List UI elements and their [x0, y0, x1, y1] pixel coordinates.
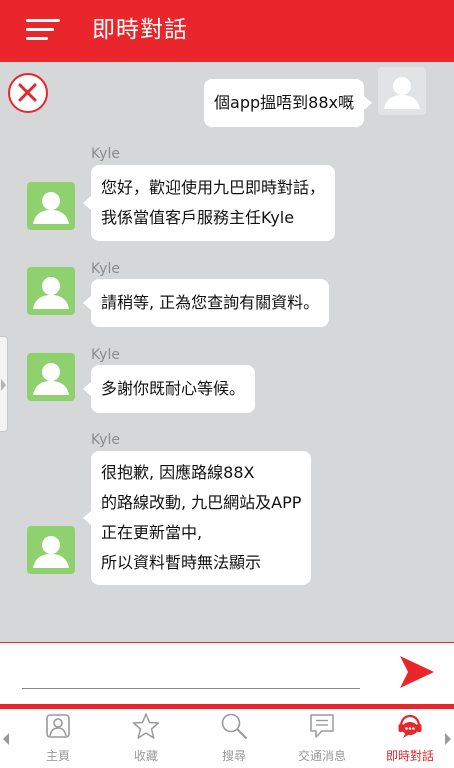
scroll-right-arrow[interactable]: [442, 731, 452, 747]
sender-name: Kyle: [91, 146, 120, 162]
agent-avatar: [27, 353, 75, 401]
tab-label: 收藏: [133, 749, 158, 763]
bottom-tab-bar: 主頁 收藏 搜尋 交通消息 即時對話: [0, 709, 454, 768]
live-chat-icon: [398, 714, 422, 738]
agent-avatar: [27, 526, 75, 574]
search-icon: [221, 713, 247, 739]
chat-area[interactable]: 個app搵唔到88x嘅 Kyle 您好，歡迎使用九巴即時對話， 我係當值客戶服務…: [0, 62, 454, 642]
tab-label: 即時對話: [385, 749, 434, 763]
send-icon: [400, 656, 434, 688]
sender-name: Kyle: [91, 432, 120, 448]
agent-silhouette-icon: [33, 192, 69, 224]
user-silhouette-icon: [384, 77, 420, 109]
close-icon: [18, 83, 37, 102]
agent-message-bubble: 很抱歉, 因應路線88X 的路線改動, 九巴網站及APP 正在更新當中, 所以資…: [82, 451, 312, 585]
agent-avatar: [27, 267, 75, 315]
page-title: 即時對話: [92, 17, 188, 43]
sender-name: Kyle: [91, 347, 120, 363]
tab-label: 搜尋: [221, 749, 246, 763]
agent-message-bubble: 您好，歡迎使用九巴即時對話， 我係當值客戶服務主任Kyle: [82, 165, 336, 241]
user-message-bubble: 個app搵唔到88x嘅: [204, 79, 372, 127]
agent-message-bubble: 請稍等, 正為您查詢有關資料。: [82, 279, 330, 327]
tab-favorites[interactable]: 收藏: [102, 709, 190, 768]
agent-message-bubble: 多謝你既耐心等候。: [82, 365, 256, 413]
agent-silhouette-icon: [33, 363, 69, 395]
home-icon: [46, 714, 70, 738]
sender-name: Kyle: [91, 261, 120, 277]
tab-live-chat[interactable]: 即時對話: [366, 709, 454, 768]
message-composer: [0, 642, 454, 704]
tab-label: 主頁: [45, 749, 70, 763]
tab-label: 交通消息: [297, 749, 346, 763]
tab-traffic-news[interactable]: 交通消息: [278, 709, 366, 768]
agent-silhouette-icon: [33, 536, 69, 568]
menu-icon[interactable]: [26, 19, 60, 41]
side-drawer-handle[interactable]: [0, 336, 8, 432]
user-avatar: [378, 67, 426, 115]
agent-avatar: [27, 182, 75, 230]
message-icon: [310, 714, 334, 738]
agent-silhouette-icon: [33, 277, 69, 309]
scroll-left-arrow[interactable]: [2, 731, 12, 747]
message-input[interactable]: [22, 653, 360, 689]
tab-search[interactable]: 搜尋: [190, 709, 278, 768]
tab-home[interactable]: 主頁: [14, 709, 102, 768]
send-button[interactable]: [398, 652, 436, 692]
star-icon: [132, 713, 160, 739]
close-chat-button[interactable]: [8, 73, 48, 113]
app-header: 即時對話: [0, 0, 454, 62]
